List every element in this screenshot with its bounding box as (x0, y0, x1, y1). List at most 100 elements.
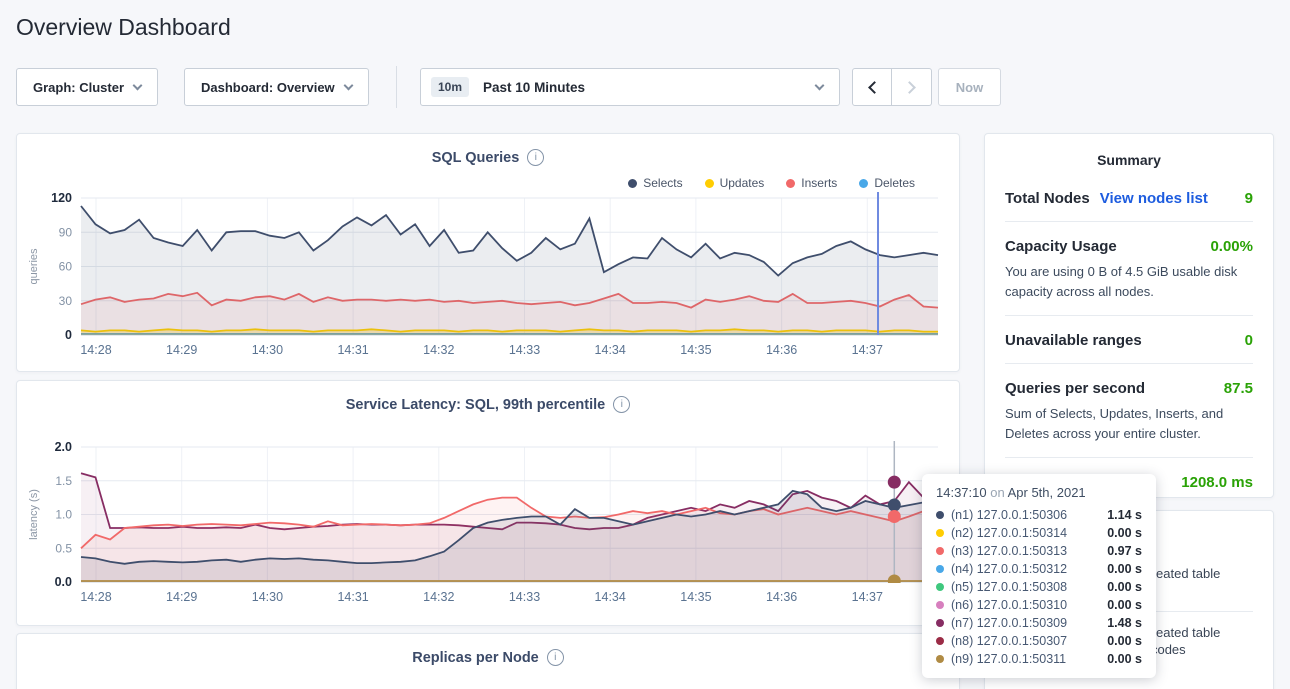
legend-label: Deletes (874, 176, 915, 190)
tooltip-node-value: 0.00 s (1107, 526, 1142, 540)
node-color-dot-icon (936, 565, 944, 573)
sql-legend: Selects Updates Inserts Deletes (628, 176, 915, 190)
svg-text:14:28: 14:28 (80, 343, 111, 357)
node-color-dot-icon (936, 583, 944, 591)
now-button-disabled[interactable]: Now (938, 68, 1001, 106)
tooltip-node-label: (n9) 127.0.0.1:50311 (951, 652, 1066, 666)
summary-row-description: You are using 0 B of 4.5 GiB usable disk… (1005, 262, 1253, 301)
legend-item-updates[interactable]: Updates (705, 176, 765, 190)
summary-row-description: Sum of Selects, Updates, Inserts, and De… (1005, 404, 1253, 443)
tooltip-node-value: 1.14 s (1107, 508, 1142, 522)
y-axis-unit-label: queries (28, 248, 40, 285)
node-color-dot-icon (936, 655, 944, 663)
time-range-badge: 10m (431, 77, 469, 97)
node-color-dot-icon (936, 601, 944, 609)
legend-item-deletes[interactable]: Deletes (859, 176, 915, 190)
chevron-right-icon (903, 81, 916, 94)
svg-text:14:32: 14:32 (423, 590, 454, 604)
service-latency-chart[interactable]: 14:2814:2914:3014:3114:3214:3314:3414:35… (17, 437, 961, 613)
tooltip-node-label: (n7) 127.0.0.1:50309 (951, 616, 1067, 630)
tooltip-node-label: (n4) 127.0.0.1:50312 (951, 562, 1067, 576)
tooltip-node-value: 0.00 s (1107, 598, 1142, 612)
svg-text:14:34: 14:34 (595, 343, 626, 357)
tooltip-node-row: (n2) 127.0.0.1:50314 0.00 s (936, 524, 1142, 542)
svg-text:14:37: 14:37 (852, 343, 883, 357)
tooltip-node-row: (n3) 127.0.0.1:503130.97 s (936, 542, 1142, 560)
svg-text:14:33: 14:33 (509, 590, 540, 604)
chevron-down-icon (133, 80, 143, 90)
summary-row: Total NodesView nodes list9 (1005, 174, 1253, 222)
legend-item-selects[interactable]: Selects (628, 176, 682, 190)
node-color-dot-icon (936, 547, 944, 555)
tooltip-node-value: 1.48 s (1107, 616, 1142, 630)
info-icon[interactable]: i (613, 396, 630, 413)
svg-text:60: 60 (59, 260, 73, 274)
svg-text:14:35: 14:35 (680, 343, 711, 357)
info-icon[interactable]: i (527, 149, 544, 166)
svg-text:0.5: 0.5 (55, 541, 72, 555)
graph-scope-label: Graph: Cluster (33, 80, 124, 95)
svg-text:30: 30 (59, 294, 73, 308)
tooltip-node-row: (n5) 127.0.0.1:50308 0.00 s (936, 578, 1142, 596)
info-icon[interactable]: i (547, 649, 564, 666)
tooltip-node-value: 0.00 s (1107, 652, 1142, 666)
legend-label: Inserts (801, 176, 837, 190)
svg-text:120: 120 (51, 191, 72, 205)
tooltip-node-value: 0.00 s (1107, 580, 1142, 594)
svg-text:14:36: 14:36 (766, 590, 797, 604)
tooltip-rows: (n1) 127.0.0.1:503061.14 s(n2) 127.0.0.1… (936, 506, 1142, 668)
legend-dot-icon (628, 179, 637, 188)
summary-row-label: Queries per second (1005, 380, 1145, 397)
svg-text:14:37: 14:37 (852, 590, 883, 604)
time-next-button-disabled[interactable] (892, 68, 932, 106)
svg-text:14:35: 14:35 (680, 590, 711, 604)
tooltip-node-row: (n4) 127.0.0.1:503120.00 s (936, 560, 1142, 578)
svg-text:0: 0 (65, 328, 72, 342)
svg-text:14:29: 14:29 (166, 343, 197, 357)
tooltip-node-label: (n8) 127.0.0.1:50307 (951, 634, 1067, 648)
legend-item-inserts[interactable]: Inserts (786, 176, 837, 190)
summary-row-label: Capacity Usage (1005, 238, 1117, 255)
tooltip-node-label: (n2) 127.0.0.1:50314 (951, 526, 1067, 540)
time-prev-button[interactable] (852, 68, 892, 106)
svg-text:14:30: 14:30 (252, 343, 283, 357)
legend-label: Updates (720, 176, 765, 190)
chevron-left-icon (868, 81, 881, 94)
sql-queries-chart[interactable]: 14:2814:2914:3014:3114:3214:3314:3414:35… (17, 190, 961, 362)
chart-title-replicas-per-node: Replicas per Node (412, 650, 539, 666)
svg-text:14:36: 14:36 (766, 343, 797, 357)
summary-rows: Total NodesView nodes list9Capacity Usag… (985, 168, 1273, 505)
tooltip-node-label: (n5) 127.0.0.1:50308 (951, 580, 1067, 594)
legend-label: Selects (643, 176, 682, 190)
summary-row-label: Unavailable ranges (1005, 332, 1142, 349)
y-axis-unit-label: latency (s) (28, 489, 40, 540)
chart-title-service-latency: Service Latency: SQL, 99th percentile (346, 397, 606, 413)
view-nodes-list-link[interactable]: View nodes list (1100, 190, 1208, 207)
sql-queries-chart-card: SQL Queries i SelectsUpdatesInsertsDelet… (16, 133, 960, 372)
series-area-Selects (81, 206, 938, 335)
svg-text:14:33: 14:33 (509, 343, 540, 357)
summary-row: Queries per second87.5Sum of Selects, Up… (1005, 364, 1253, 458)
dashboard-label: Dashboard: Overview (201, 80, 335, 95)
chart-hover-tooltip: 14:37:10 on Apr 5th, 2021 (n1) 127.0.0.1… (922, 474, 1156, 678)
svg-text:14:32: 14:32 (423, 343, 454, 357)
overview-dashboard-page: Overview Dashboard Graph: Cluster Dashbo… (0, 0, 1290, 689)
summary-panel: Summary Total NodesView nodes list9Capac… (984, 133, 1274, 498)
node-color-dot-icon (936, 619, 944, 627)
summary-row-label: Total Nodes (1005, 190, 1090, 207)
summary-row: Unavailable ranges0 (1005, 316, 1253, 364)
tooltip-node-row: (n8) 127.0.0.1:503070.00 s (936, 632, 1142, 650)
graph-scope-dropdown[interactable]: Graph: Cluster (16, 68, 158, 106)
legend-dot-icon (859, 179, 868, 188)
svg-text:0.0: 0.0 (55, 575, 72, 589)
svg-text:1.0: 1.0 (55, 508, 72, 522)
tooltip-timestamp: 14:37:10 on Apr 5th, 2021 (936, 485, 1142, 500)
time-range-selector[interactable]: 10m Past 10 Minutes (420, 68, 840, 106)
chevron-down-icon (343, 80, 353, 90)
summary-title: Summary (985, 134, 1273, 168)
svg-text:14:28: 14:28 (80, 590, 111, 604)
dashboard-dropdown[interactable]: Dashboard: Overview (184, 68, 369, 106)
tooltip-node-row: (n6) 127.0.0.1:503100.00 s (936, 596, 1142, 614)
summary-row-value: 0.00% (1210, 238, 1253, 255)
svg-text:2.0: 2.0 (55, 440, 72, 454)
